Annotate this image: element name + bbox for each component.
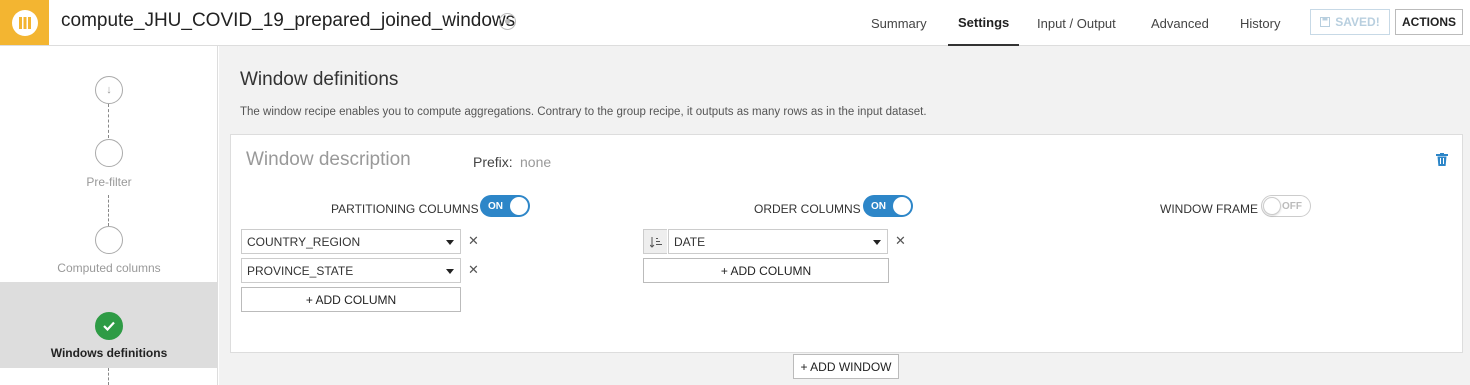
window-title[interactable]: Window description	[246, 149, 411, 171]
trash-icon[interactable]	[1436, 153, 1448, 166]
step-input[interactable]: ↓	[95, 76, 123, 104]
recipe-title: compute_JHU_COVID_19_prepared_joined_win…	[61, 10, 516, 31]
recipe-icon	[11, 9, 38, 36]
page-description: The window recipe enables you to compute…	[240, 106, 927, 118]
arrow-down-icon: ↓	[106, 84, 112, 96]
window-frame-label: WINDOW FRAME	[1160, 202, 1258, 216]
sort-ascending-icon[interactable]	[643, 229, 667, 254]
window-card: Window description Prefix: none PARTITIO…	[230, 134, 1463, 353]
main-content: Window definitions The window recipe ena…	[219, 46, 1470, 385]
toggle-state: ON	[488, 200, 503, 212]
save-icon	[1320, 17, 1331, 27]
recipe-steps-sidebar: ↓ Pre-filter Computed columns Windows de…	[0, 46, 218, 385]
remove-icon[interactable]: ✕	[895, 233, 906, 249]
saved-button[interactable]: SAVED!	[1310, 9, 1390, 35]
partitioning-columns-label: PARTITIONING COLUMNS	[331, 202, 479, 216]
caret-down-icon	[873, 240, 881, 245]
caret-down-icon	[446, 269, 454, 274]
add-window-button[interactable]: + ADD WINDOW	[793, 354, 899, 379]
add-partition-column-button[interactable]: + ADD COLUMN	[241, 287, 461, 312]
order-toggle[interactable]: ON	[863, 195, 913, 217]
step-label-windows-definitions[interactable]: Windows definitions	[0, 346, 218, 360]
step-computed-columns[interactable]	[95, 226, 123, 254]
compass-icon[interactable]	[499, 13, 516, 30]
tab-advanced[interactable]: Advanced	[1151, 0, 1209, 46]
step-connector	[108, 195, 109, 226]
select-value: PROVINCE_STATE	[247, 263, 354, 278]
step-pre-filter[interactable]	[95, 139, 123, 167]
prefix-label: Prefix:	[473, 154, 513, 170]
partitioning-toggle[interactable]: ON	[480, 195, 530, 217]
app-logo[interactable]	[0, 0, 49, 45]
step-label-pre-filter[interactable]: Pre-filter	[0, 175, 218, 189]
order-columns-label: ORDER COLUMNS	[754, 202, 861, 216]
remove-icon[interactable]: ✕	[468, 233, 479, 249]
tab-settings[interactable]: Settings	[948, 0, 1020, 46]
step-connector	[108, 104, 109, 138]
step-windows-definitions[interactable]	[95, 312, 123, 340]
top-bar: compute_JHU_COVID_19_prepared_joined_win…	[0, 0, 1470, 46]
toggle-state: OFF	[1282, 200, 1302, 212]
remove-icon[interactable]: ✕	[468, 262, 479, 278]
select-value: DATE	[674, 234, 706, 249]
add-order-column-button[interactable]: + ADD COLUMN	[643, 258, 889, 283]
checkmark-icon	[103, 321, 115, 331]
window-frame-toggle[interactable]: OFF	[1261, 195, 1311, 217]
order-column-select[interactable]: DATE	[668, 229, 888, 254]
partition-column-select[interactable]: PROVINCE_STATE	[241, 258, 461, 283]
step-connector	[108, 368, 109, 385]
prefix-input[interactable]: none	[520, 154, 551, 170]
saved-label: SAVED!	[1335, 15, 1380, 29]
tab-summary[interactable]: Summary	[871, 0, 927, 46]
partition-column-select[interactable]: COUNTRY_REGION	[241, 229, 461, 254]
actions-button[interactable]: ACTIONS	[1395, 9, 1463, 35]
tab-history[interactable]: History	[1240, 0, 1280, 46]
step-label-computed-columns[interactable]: Computed columns	[0, 261, 218, 275]
tab-input-output[interactable]: Input / Output	[1037, 0, 1116, 46]
select-value: COUNTRY_REGION	[247, 234, 361, 249]
caret-down-icon	[446, 240, 454, 245]
toggle-state: ON	[871, 200, 886, 212]
page-title: Window definitions	[240, 69, 399, 90]
